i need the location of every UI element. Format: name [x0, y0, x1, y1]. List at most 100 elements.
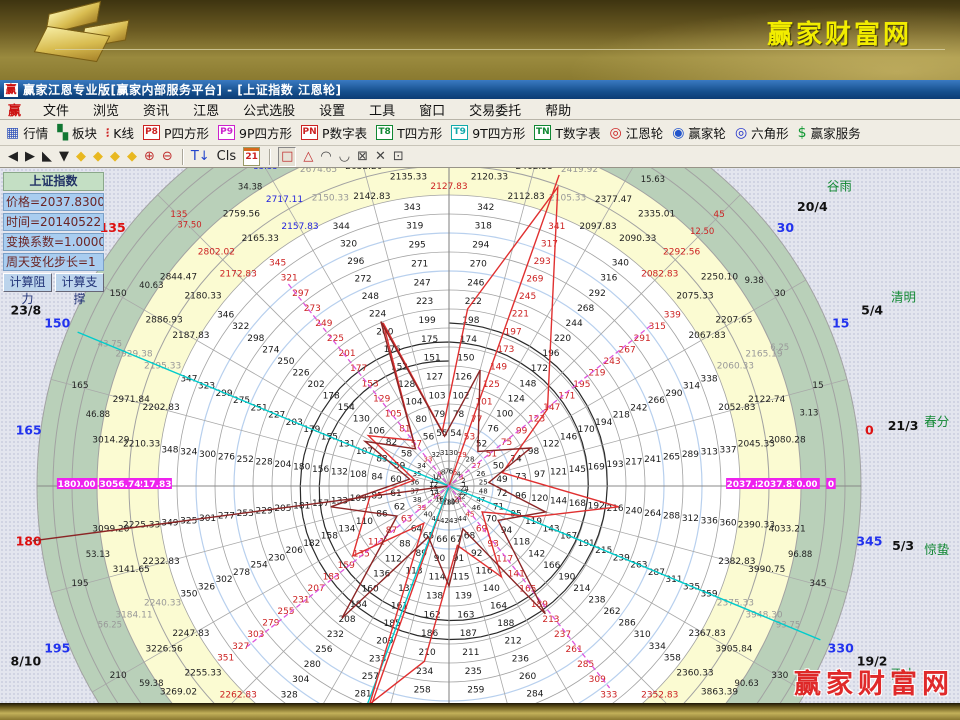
toolbar-button-行情[interactable]: ▦行情	[6, 123, 48, 142]
svg-text:312: 312	[682, 514, 699, 524]
svg-text:245: 245	[519, 292, 536, 302]
svg-text:2292.56: 2292.56	[663, 247, 700, 257]
box-x-icon[interactable]: ⊠	[357, 148, 368, 166]
svg-text:165: 165	[16, 423, 42, 438]
pan-left-icon[interactable]: ◆	[76, 148, 86, 166]
svg-text:2207.65: 2207.65	[715, 316, 752, 326]
svg-text:197: 197	[505, 327, 522, 337]
zoom-out-icon[interactable]: ⊖	[162, 148, 173, 166]
toolbar-button-赢家轮[interactable]: ◉赢家轮	[672, 123, 726, 142]
svg-text:2112.83: 2112.83	[508, 192, 545, 202]
svg-text:3990.75: 3990.75	[748, 565, 785, 575]
svg-text:293: 293	[534, 257, 551, 267]
menu-item-9[interactable]: 帮助	[533, 100, 583, 119]
toolbar-button-板块[interactable]: ▚板块	[57, 123, 97, 142]
toolbar-button-9P四方形[interactable]: P99P四方形	[218, 123, 292, 142]
sort-icon[interactable]: T↓	[191, 148, 210, 166]
toolbar-button-六角形[interactable]: ◎六角形	[735, 123, 789, 142]
svg-text:260: 260	[519, 672, 536, 682]
svg-text:246: 246	[467, 278, 484, 288]
svg-text:288: 288	[663, 511, 680, 521]
svg-text:76: 76	[487, 424, 499, 434]
svg-text:186: 186	[421, 629, 438, 639]
svg-text:278: 278	[233, 568, 250, 578]
pan-right-icon[interactable]: ◆	[93, 148, 103, 166]
svg-text:273: 273	[304, 304, 321, 314]
pan-down-icon[interactable]: ◆	[127, 148, 137, 166]
toolbar-button-江恩轮[interactable]: ◎江恩轮	[609, 123, 663, 142]
svg-text:142: 142	[528, 549, 545, 559]
svg-text:178: 178	[323, 392, 340, 402]
svg-text:2335.01: 2335.01	[638, 209, 675, 219]
svg-text:9.38: 9.38	[745, 276, 764, 286]
gann-wheel-chart[interactable]: 1234567891011121314151617181920212223242…	[0, 168, 960, 703]
cls-button[interactable]: Cls	[217, 148, 236, 166]
toolbar-button-T四方形[interactable]: T8T四方形	[376, 123, 442, 142]
menu-item-5[interactable]: 设置	[307, 100, 357, 119]
toolbar-button-P数字表[interactable]: PNP数字表	[301, 123, 367, 142]
svg-text:187: 187	[460, 629, 477, 639]
toolbar-button-9T四方形[interactable]: T99T四方形	[451, 123, 525, 142]
arc-cw-icon[interactable]: ◠	[320, 148, 331, 166]
menu-item-4[interactable]: 公式选股	[231, 100, 307, 119]
svg-text:314: 314	[683, 382, 700, 392]
svg-text:146: 146	[560, 432, 577, 442]
toolbar-button-K线[interactable]: ᎒K线	[106, 123, 134, 142]
svg-text:259: 259	[467, 686, 484, 696]
zoom-in-icon[interactable]: ⊕	[144, 148, 155, 166]
toolbar-button-赢家服务[interactable]: $赢家服务	[798, 123, 861, 142]
calc-support-button[interactable]: 计算支撑	[55, 273, 104, 292]
triangle-tool-icon[interactable]: △	[303, 148, 313, 166]
svg-text:2067.83: 2067.83	[688, 331, 725, 341]
svg-text:324: 324	[180, 448, 197, 458]
svg-text:2080.28: 2080.28	[768, 435, 805, 445]
drawing-toolbar: ◀ ▶ ◣ ▼ ◆ ◆ ◆ ◆ ⊕ ⊖ T↓ Cls 21 □ △ ◠ ◡ ⊠ ✕ ⊡	[0, 146, 960, 168]
cursor-up-icon[interactable]: ◣	[42, 148, 52, 166]
menu-item-2[interactable]: 资讯	[131, 100, 181, 119]
toolbar-button-P四方形[interactable]: P8P四方形	[143, 123, 209, 142]
svg-text:148: 148	[519, 379, 536, 389]
arrow-left-icon[interactable]: ◀	[8, 148, 18, 166]
title-bar[interactable]: 赢 赢家江恩专业版[赢家内部服务平台] - [上证指数 江恩轮]	[0, 80, 960, 99]
toolbar-button-T数字表[interactable]: TNT数字表	[534, 123, 600, 142]
svg-text:304: 304	[292, 675, 309, 685]
svg-text:337: 337	[719, 445, 736, 455]
rect-tool-icon[interactable]: □	[278, 147, 296, 167]
svg-text:271: 271	[411, 259, 428, 269]
menu-bar: 赢 文件浏览资讯江恩公式选股设置工具窗口交易委托帮助	[0, 99, 960, 120]
calc-resistance-button[interactable]: 计算阻力	[3, 273, 52, 292]
screen-icon[interactable]: ⊡	[393, 148, 404, 166]
svg-text:336: 336	[701, 516, 718, 526]
menu-item-6[interactable]: 工具	[357, 100, 407, 119]
svg-text:342: 342	[477, 203, 494, 213]
menu-item-0[interactable]: 文件	[31, 100, 81, 119]
arc-ccw-icon[interactable]: ◡	[339, 148, 350, 166]
cross-icon[interactable]: ✕	[375, 148, 386, 166]
menu-item-1[interactable]: 浏览	[81, 100, 131, 119]
calendar-icon[interactable]: 21	[243, 147, 260, 166]
menu-item-3[interactable]: 江恩	[181, 100, 231, 119]
svg-text:3056.74: 3056.74	[100, 480, 141, 490]
svg-text:106: 106	[368, 426, 385, 436]
main-toolbar: ▦行情 ▚板块 ᎒K线 P8P四方形 P99P四方形 PNP数字表 T8T四方形 T99T四方…	[0, 120, 960, 146]
svg-text:150: 150	[457, 354, 474, 364]
svg-text:173: 173	[497, 345, 514, 355]
svg-text:232: 232	[327, 630, 344, 640]
svg-text:204: 204	[274, 460, 291, 470]
svg-text:344: 344	[333, 222, 350, 232]
svg-text:258: 258	[414, 686, 431, 696]
svg-text:115: 115	[452, 573, 469, 583]
toolbar-label: T四方形	[397, 123, 442, 142]
svg-text:2367.83: 2367.83	[688, 629, 725, 639]
svg-text:2157.83: 2157.83	[281, 222, 318, 232]
menu-item-7[interactable]: 窗口	[407, 100, 457, 119]
svg-text:8/10: 8/10	[11, 653, 42, 668]
svg-text:3269.02: 3269.02	[160, 688, 197, 698]
arrow-right-icon[interactable]: ▶	[25, 148, 35, 166]
time-row: 时间=20140522	[3, 213, 104, 231]
pan-up-icon[interactable]: ◆	[110, 148, 120, 166]
menu-item-8[interactable]: 交易委托	[457, 100, 533, 119]
gann-wheel-svg[interactable]: 1234567891011121314151617181920212223242…	[0, 168, 960, 703]
cursor-down-icon[interactable]: ▼	[59, 148, 69, 166]
svg-text:2090.33: 2090.33	[619, 234, 656, 244]
